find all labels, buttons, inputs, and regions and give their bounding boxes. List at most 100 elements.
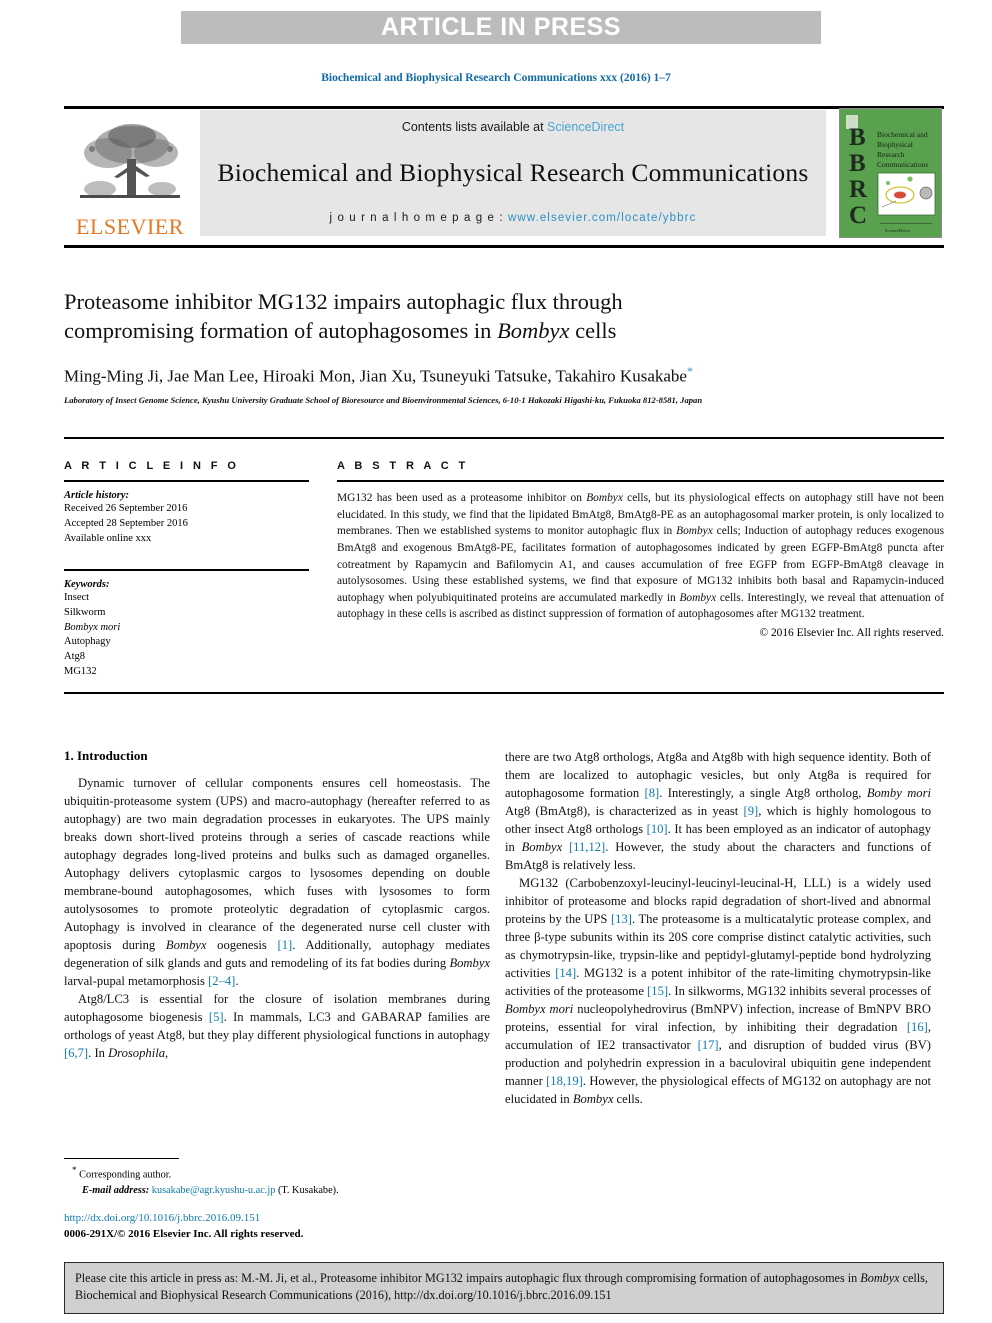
citation-link[interactable]: [9] — [744, 804, 759, 818]
corresponding-author-marker[interactable]: * — [687, 364, 693, 378]
abstract-rule — [337, 480, 944, 482]
article-history-label: Article history: — [64, 490, 130, 501]
article-in-press-banner: ARTICLE IN PRESS — [181, 11, 821, 44]
paper-title-organism: Bombyx — [497, 317, 570, 343]
journal-homepage-label: j o u r n a l h o m e p a g e : — [329, 212, 508, 224]
article-info-rule — [64, 480, 309, 482]
cite-seg: Please cite this article in press as: M.… — [75, 1271, 861, 1285]
intro-organism: Bombyx — [521, 840, 563, 854]
article-info-heading: A R T I C L E I N F O — [64, 460, 240, 472]
email-suffix: (T. Kusakabe). — [275, 1184, 339, 1196]
body-columns: 1. Introduction Dynamic turnover of cell… — [64, 748, 944, 1208]
journal-homepage-line: j o u r n a l h o m e p a g e : www.else… — [330, 212, 697, 224]
paper-title-line2-post: cells — [569, 317, 617, 343]
keyword-item: Bombyx mori — [64, 621, 121, 633]
keyword-item: Silkworm — [64, 606, 106, 618]
svg-text:R: R — [849, 176, 868, 203]
keywords-label: Keywords: — [64, 578, 110, 590]
citation-link[interactable]: [18,19] — [546, 1074, 583, 1088]
citation-link[interactable]: [14] — [555, 966, 576, 980]
svg-text:Research: Research — [877, 150, 905, 159]
journal-cover-thumbnail: B B R C Biochemical and Biophysical Rese… — [839, 108, 942, 238]
svg-text:Biochemical and: Biochemical and — [877, 130, 928, 139]
footnote-block: * Corresponding author. E-mail address: … — [72, 1164, 492, 1198]
citation-link[interactable]: [1] — [278, 938, 293, 952]
citation-link[interactable]: [15] — [647, 984, 668, 998]
keyword-item: Atg8 — [64, 651, 85, 663]
doi-link[interactable]: http://dx.doi.org/10.1016/j.bbrc.2016.09… — [64, 1211, 524, 1227]
footnote-rule — [64, 1158, 179, 1159]
article-history-received: Received 26 September 2016 — [64, 503, 188, 514]
citation-link[interactable]: [8] — [645, 786, 660, 800]
journal-masthead: ELSEVIER Contents lists available at Sci… — [64, 106, 944, 238]
email-link[interactable]: kusakabe@agr.kyushu-u.ac.jp — [152, 1185, 276, 1196]
intro-seg: cells. — [613, 1092, 643, 1106]
citation-link[interactable]: [6,7] — [64, 1046, 88, 1060]
title-block: Proteasome inhibitor MG132 impairs autop… — [64, 288, 884, 407]
page-title: Proteasome inhibitor MG132 impairs autop… — [64, 288, 884, 346]
journal-homepage-link[interactable]: www.elsevier.com/locate/ybbrc — [508, 212, 697, 224]
masthead-top-rule — [64, 106, 944, 109]
intro-seg: Dynamic turnover of cellular components … — [64, 776, 490, 952]
keyword-item: Autophagy — [64, 636, 111, 648]
abstract-column: A B S T R A C T MG132 has been used as a… — [337, 460, 944, 639]
email-note: E-mail address: kusakabe@agr.kyushu-u.ac… — [72, 1183, 492, 1198]
svg-text:B: B — [849, 124, 866, 151]
abstract-text: MG132 has been used as a proteasome inhi… — [337, 490, 944, 623]
intro-organism: Bombyx — [449, 956, 490, 970]
svg-text:Biophysical: Biophysical — [877, 140, 913, 149]
intro-seg: . In silkworms, MG132 inhibits several p… — [668, 984, 931, 998]
article-info-column: A R T I C L E I N F O Article history: R… — [64, 460, 309, 680]
abstract-organism: Bombyx — [679, 591, 717, 604]
author-list: Ming-Ming Ji, Jae Man Lee, Hiroaki Mon, … — [64, 364, 884, 387]
cover-artwork-icon: B B R C Biochemical and Biophysical Rese… — [840, 109, 941, 237]
abstract-seg: MG132 has been used as a proteasome inhi… — [337, 492, 587, 504]
cite-this-article-box: Please cite this article in press as: M.… — [64, 1262, 944, 1314]
keyword-item: Insect — [64, 591, 90, 603]
intro-seg: . Interestingly, a single Atg8 ortholog, — [659, 786, 867, 800]
abstract-heading: A B S T R A C T — [337, 460, 469, 472]
journal-title-band: Contents lists available at ScienceDirec… — [200, 110, 826, 236]
intro-organism: Drosophila — [108, 1046, 165, 1060]
elsevier-tree-icon — [80, 124, 180, 198]
sciencedirect-link[interactable]: ScienceDirect — [547, 120, 624, 134]
keywords-rule — [64, 568, 309, 571]
intro-paragraph-1: Dynamic turnover of cellular components … — [64, 774, 490, 990]
contents-available-label: Contents lists available at — [401, 120, 548, 134]
svg-text:C: C — [849, 202, 867, 229]
citation-link[interactable]: [2–4] — [208, 974, 235, 988]
paper-title-line1: Proteasome inhibitor MG132 impairs autop… — [64, 289, 623, 314]
intro-paragraph-2: Atg8/LC3 is essential for the closure of… — [64, 990, 490, 1062]
intro-seg: Atg8 (BmAtg8), is characterized as in ye… — [505, 804, 744, 818]
section-heading-introduction: 1. Introduction — [64, 748, 148, 763]
cite-this-article-text: Please cite this article in press as: M.… — [75, 1270, 933, 1305]
citation-link[interactable]: [11,12] — [569, 840, 605, 854]
abstract-copyright: © 2016 Elsevier Inc. All rights reserved… — [759, 627, 944, 640]
contents-available-line: Contents lists available at ScienceDirec… — [402, 120, 624, 134]
intro-organism: Bombyx mori — [505, 1002, 574, 1016]
intro-seg: , — [165, 1046, 169, 1060]
intro-seg: . In — [88, 1046, 109, 1060]
intro-seg — [562, 840, 569, 854]
citation-link[interactable]: [17] — [698, 1038, 719, 1052]
intro-organism: Bombyx — [165, 938, 207, 952]
article-in-press-label: ARTICLE IN PRESS — [381, 13, 621, 41]
issn-copyright-line: 0006-291X/© 2016 Elsevier Inc. All right… — [64, 1227, 304, 1240]
keyword-item: MG132 — [64, 666, 97, 678]
author-names: Ming-Ming Ji, Jae Man Lee, Hiroaki Mon, … — [64, 366, 687, 386]
intro-organism: Bomby mori — [866, 786, 931, 800]
citation-link[interactable]: [13] — [611, 912, 632, 926]
affiliation: Laboratory of Insect Genome Science, Kyu… — [64, 395, 703, 406]
elsevier-logo: ELSEVIER — [66, 114, 194, 238]
citation-link[interactable]: [10] — [647, 822, 668, 836]
svg-text:ScienceDirect: ScienceDirect — [885, 228, 911, 233]
citation-link[interactable]: [16] — [907, 1020, 928, 1034]
journal-title: Biochemical and Biophysical Research Com… — [217, 158, 809, 187]
cite-organism: Bombyx — [860, 1271, 900, 1285]
intro-seg: . — [235, 974, 239, 988]
article-history-accepted: Accepted 28 September 2016 — [64, 517, 188, 529]
article-page: ARTICLE IN PRESS Biochemical and Biophys… — [0, 0, 992, 1323]
citation-link[interactable]: [5] — [209, 1010, 224, 1024]
elsevier-wordmark: ELSEVIER — [76, 214, 184, 239]
title-bottom-rule — [64, 437, 944, 439]
